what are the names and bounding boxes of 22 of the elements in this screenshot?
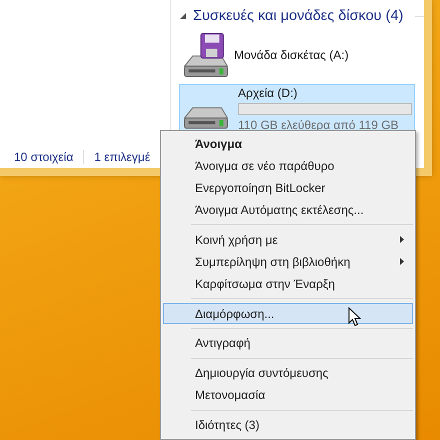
floppy-drive-icon (184, 33, 228, 77)
free-space-text: 110 GB ελεύθερα από 119 GB (238, 118, 400, 132)
collapse-arrow-icon[interactable] (179, 12, 187, 20)
selection-count: 1 επιλεγμέ (94, 150, 150, 164)
drive-name: Μονάδα δισκέτας (A:) (234, 48, 350, 62)
menu-item[interactable]: Διαμόρφωση... (163, 303, 413, 324)
menu-item[interactable]: Άνοιγμα σε νέο παράθυρο (163, 155, 413, 176)
menu-item[interactable]: Άνοιγμα Αυτόματης εκτέλεσης... (163, 199, 413, 220)
menu-item[interactable]: Κοινή χρήση με (163, 229, 413, 250)
menu-item[interactable]: Αντιγραφή (163, 332, 413, 354)
item-count: 10 στοιχεία (14, 150, 74, 164)
menu-item[interactable]: Μετονομασία (163, 384, 413, 406)
menu-item[interactable]: Ενεργοποίηση BitLocker (163, 177, 413, 198)
menu-item[interactable]: Ιδιότητες (3) (163, 414, 413, 436)
menu-item[interactable]: Συμπερίληψη στη βιβλιοθήκη (163, 251, 413, 272)
menu-item[interactable]: Δημιουργία συντόμευσης (163, 362, 413, 384)
mouse-pointer-icon (348, 307, 361, 327)
menu-item[interactable]: Άνοιγμα (163, 133, 413, 154)
drive-name: Αρχεία (D:) (238, 86, 298, 100)
menu-item[interactable]: Καρφίτσωμα στην Έναρξη (163, 273, 413, 294)
section-title[interactable]: Συσκευές και μονάδες δίσκου (4) (193, 8, 404, 24)
drive-item[interactable]: Μονάδα δισκέτας (A:) (179, 30, 415, 80)
